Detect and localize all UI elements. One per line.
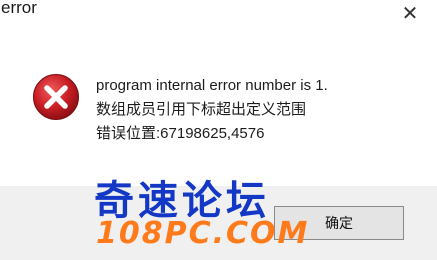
message-line-3: 错误位置:67198625,4576 [96,125,265,142]
title-bar: error ✕ [0,0,437,30]
window-title: error [1,0,37,17]
error-message: program internal error number is 1. 数组成员… [96,74,328,146]
message-line-1: program internal error number is 1. [96,77,328,94]
message-line-2: 数组成员引用下标超出定义范围 [96,101,307,118]
close-button[interactable]: ✕ [393,0,427,26]
error-dialog: error ✕ program internal error number is… [0,0,437,260]
close-icon: ✕ [401,2,419,25]
error-icon [33,74,79,120]
ok-button-label: 确定 [325,215,353,231]
ok-button[interactable]: 确定 [274,206,404,240]
